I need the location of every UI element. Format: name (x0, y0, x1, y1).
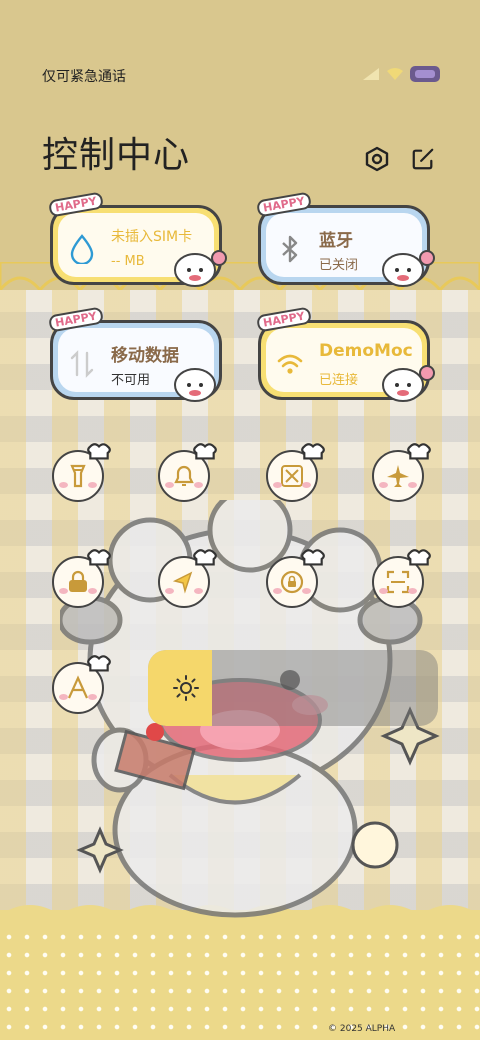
sun-icon (173, 675, 199, 701)
toggle-location[interactable] (158, 549, 217, 608)
chef-hat-icon (301, 549, 325, 566)
tile-sim[interactable]: HAPPY 未插入SIM卡 -- MB (47, 191, 227, 287)
sheep-sticker-icon (382, 250, 435, 287)
carrier-status: 仅可紧急通话 (42, 69, 126, 85)
chef-hat-icon (301, 443, 325, 460)
bluetooth-icon (282, 235, 298, 263)
edit-button[interactable] (408, 144, 438, 174)
wallpaper-dots (0, 910, 480, 1040)
status-icons (362, 66, 440, 82)
tile-wifi-label: DemoMoc (319, 341, 413, 361)
wifi-icon (277, 354, 303, 374)
chef-hat-icon (87, 443, 111, 460)
tile-sim-label: 未插入SIM卡 (111, 229, 193, 245)
toggle-airplane[interactable] (372, 443, 431, 502)
tile-mobile-data-sub: 不可用 (111, 373, 151, 388)
chef-hat-icon (407, 443, 431, 460)
chef-hat-icon (87, 655, 111, 672)
settings-button[interactable] (362, 144, 392, 174)
tile-sim-sub: -- MB (111, 254, 145, 269)
chef-hat-icon (193, 549, 217, 566)
tile-bluetooth[interactable]: HAPPY 蓝牙 已关闭 (255, 191, 435, 287)
tile-bluetooth-sub: 已关闭 (319, 258, 359, 273)
tile-bluetooth-label: 蓝牙 (319, 231, 353, 251)
chef-hat-icon (193, 443, 217, 460)
page-title: 控制中心 (42, 135, 191, 176)
brightness-slider[interactable] (148, 650, 438, 726)
copyright-text: © 2025 ALPHA (328, 1024, 396, 1034)
sheep-sticker-icon (174, 250, 227, 287)
tile-mobile-data[interactable]: HAPPY 移动数据 不可用 (47, 306, 222, 402)
data-arrows-icon (70, 350, 94, 378)
sheep-sticker-icon (382, 365, 435, 402)
wifi-status-icon (387, 68, 403, 80)
toggle-font-size[interactable] (52, 655, 111, 714)
tile-wifi[interactable]: HAPPY DemoMoc 已连接 (255, 306, 435, 402)
signal-icon (363, 68, 379, 80)
toggle-ringer[interactable] (158, 443, 217, 502)
water-drop-icon (70, 234, 94, 264)
toggle-rotation-lock[interactable] (266, 549, 325, 608)
toggle-lock-screen[interactable] (52, 549, 111, 608)
chef-hat-icon (407, 549, 431, 566)
chef-hat-icon (87, 549, 111, 566)
toggle-screenshot[interactable] (266, 443, 325, 502)
sheep-sticker-icon (174, 368, 216, 402)
toggle-scanner[interactable] (372, 549, 431, 608)
settings-hex-icon (365, 146, 389, 172)
battery-icon (410, 66, 440, 82)
tile-wifi-sub: 已连接 (319, 373, 359, 388)
toggle-flashlight[interactable] (52, 443, 111, 502)
edit-icon (412, 148, 434, 170)
